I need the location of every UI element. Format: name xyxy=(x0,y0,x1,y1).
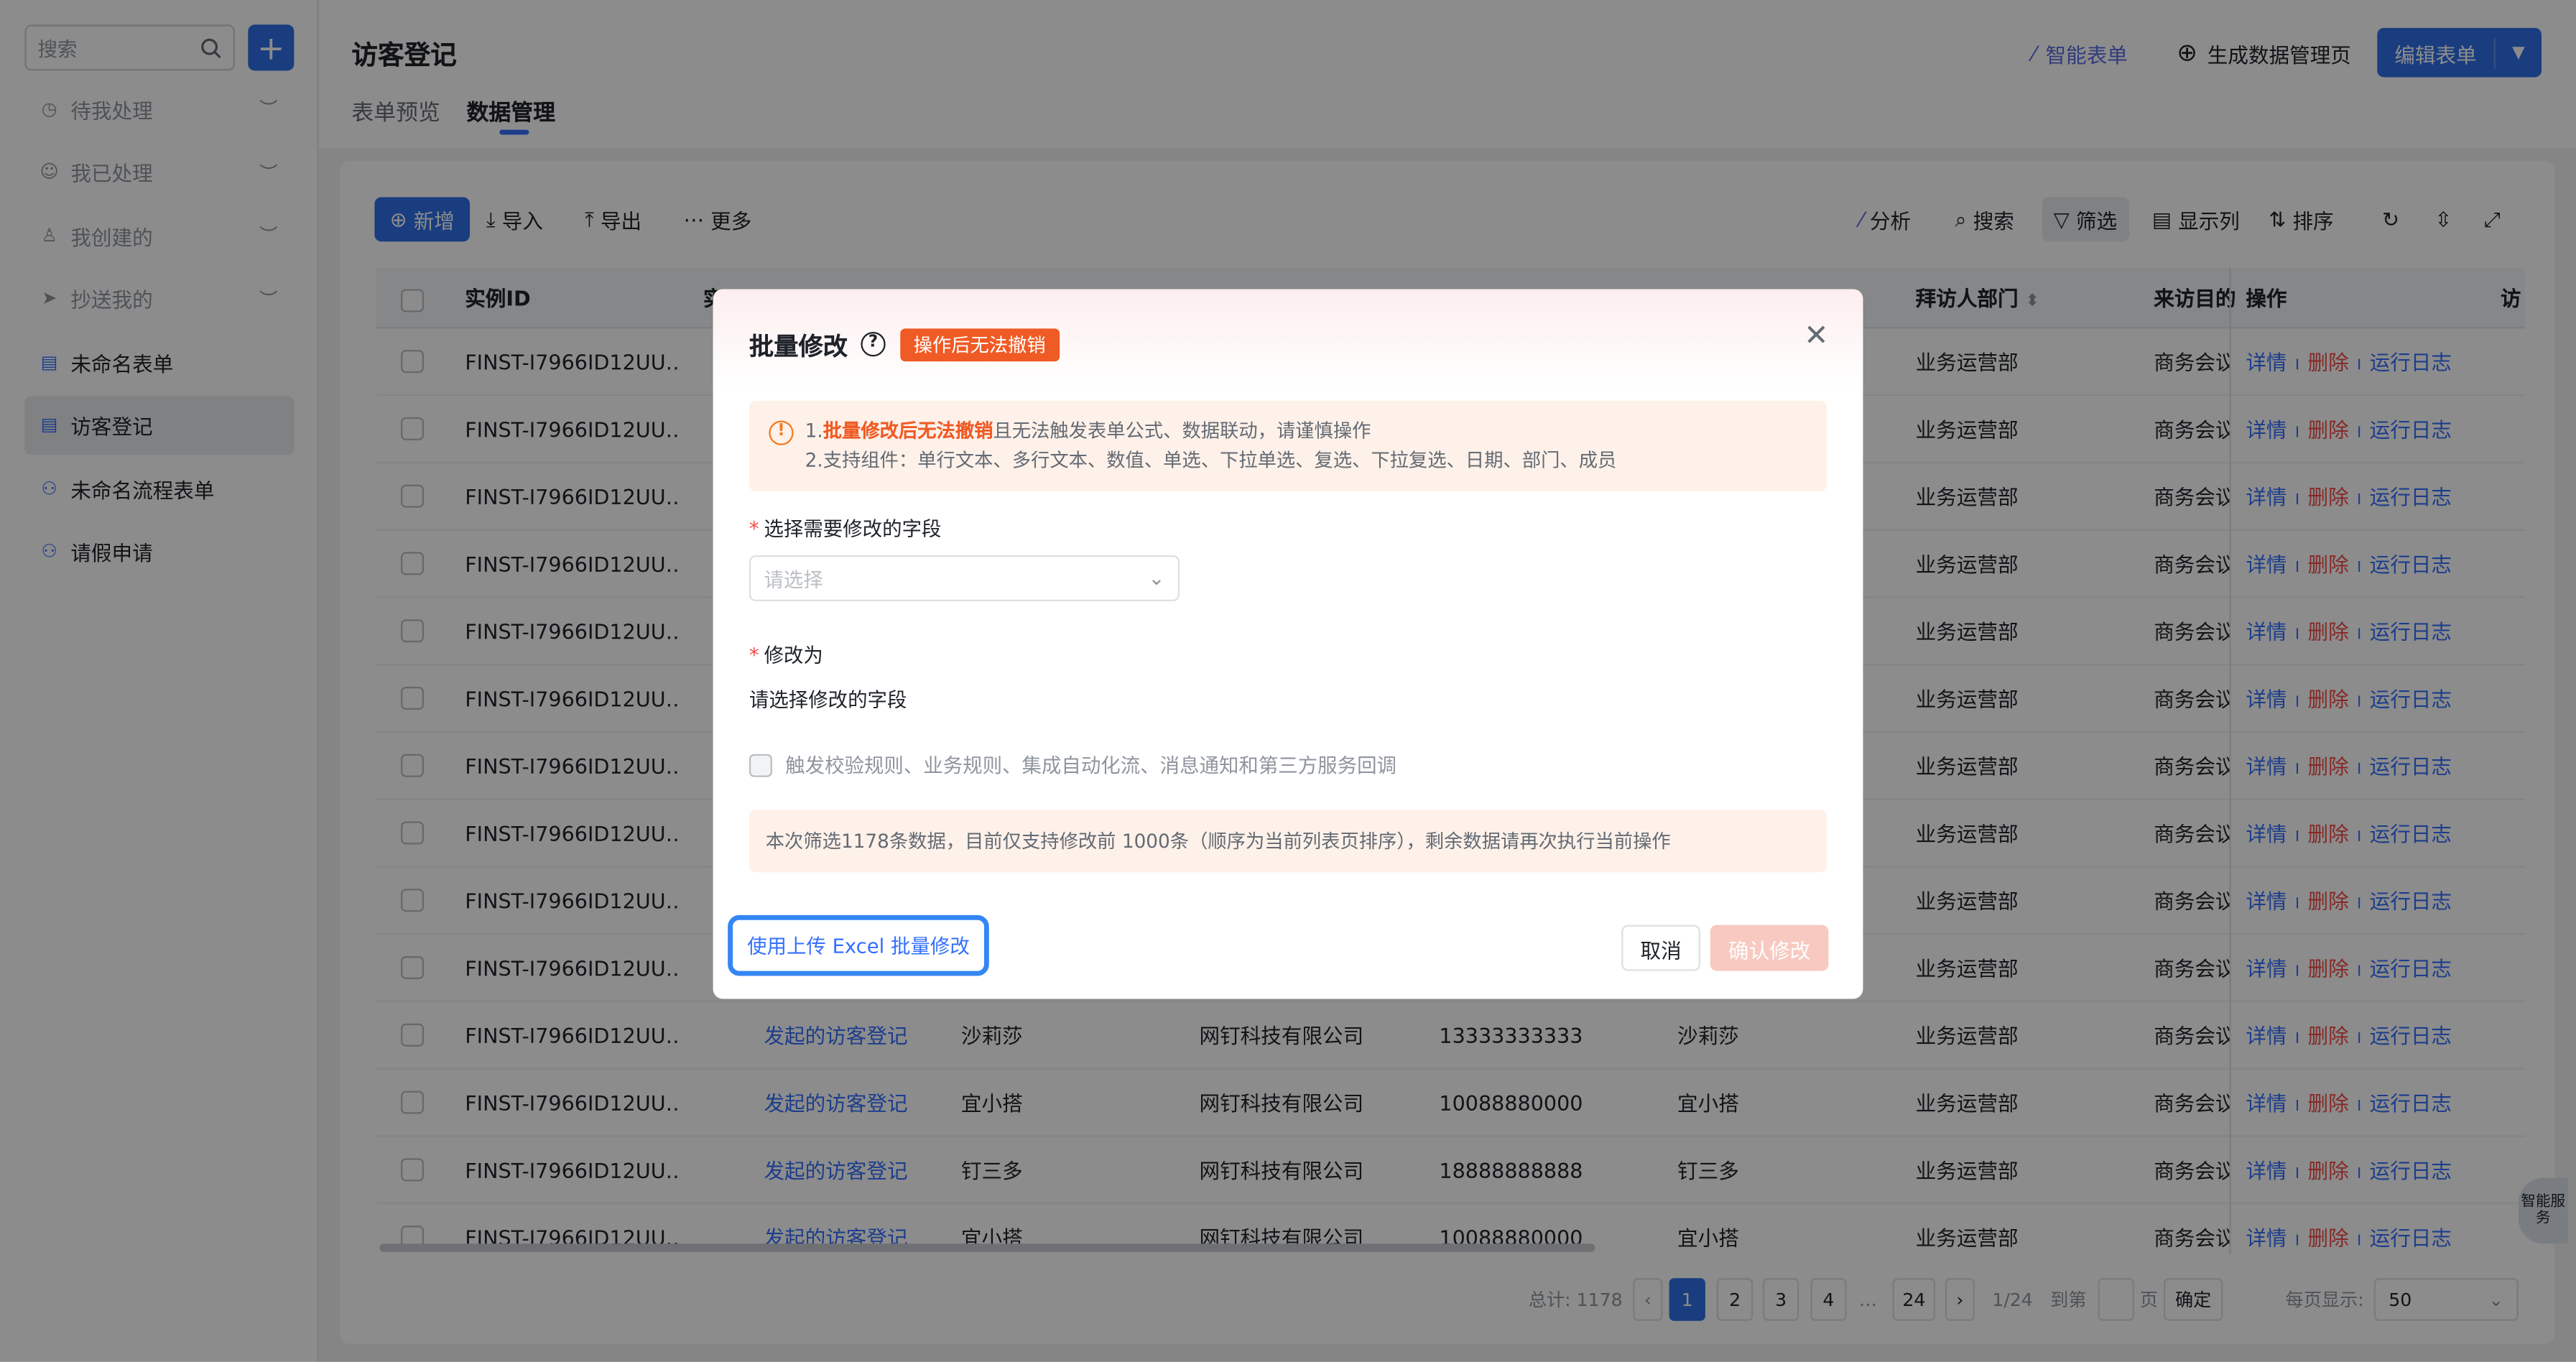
dialog-title: 批量修改 xyxy=(749,331,848,362)
warning-icon: ! xyxy=(769,420,794,445)
irreversible-badge: 操作后无法撤销 xyxy=(900,328,1059,362)
dialog-header xyxy=(713,289,1863,388)
filter-info-notice: 本次筛选1178条数据，目前仅支持修改前 1000条（顺序为当前列表页排序），剩… xyxy=(749,810,1827,873)
required-mark: * xyxy=(749,644,759,667)
help-icon[interactable]: ? xyxy=(861,331,886,357)
confirm-button[interactable]: 确认修改 xyxy=(1710,925,1829,971)
warning-notice: ! 1.批量修改后无法撤销且无法触发表单公式、数据联动，请谨慎操作 2.支持组件… xyxy=(749,401,1827,491)
notice-prefix: 1. xyxy=(805,419,823,443)
field-select-label: * 选择需要修改的字段 xyxy=(749,514,942,542)
close-icon[interactable]: ✕ xyxy=(1804,319,1829,353)
modify-to-hint: 请选择修改的字段 xyxy=(749,688,907,712)
excel-upload-button[interactable]: 使用上传 Excel 批量修改 xyxy=(728,914,989,976)
trigger-rules-option[interactable]: 触发校验规则、业务规则、集成自动化流、消息通知和第三方服务回调 xyxy=(749,751,1396,779)
notice-bold: 批量修改后无法撤销 xyxy=(823,419,993,443)
trigger-rules-label: 触发校验规则、业务规则、集成自动化流、消息通知和第三方服务回调 xyxy=(785,754,1396,777)
trigger-rules-checkbox[interactable] xyxy=(749,753,772,777)
cancel-button[interactable]: 取消 xyxy=(1621,925,1701,971)
notice-rest: 且无法触发表单公式、数据联动，请谨慎操作 xyxy=(993,419,1371,443)
field-select-placeholder: 请选择 xyxy=(764,568,823,591)
required-mark: * xyxy=(749,517,759,541)
notice-line-1: 1.批量修改后无法撤销且无法触发表单公式、数据联动，请谨慎操作 xyxy=(805,417,1371,444)
field-select-label-text: 选择需要修改的字段 xyxy=(764,517,942,541)
batch-edit-dialog: 批量修改 ? 操作后无法撤销 ✕ ! 1.批量修改后无法撤销且无法触发表单公式、… xyxy=(713,289,1863,999)
modify-to-label: * 修改为 xyxy=(749,641,823,669)
chevron-down-icon: ⌄ xyxy=(1148,567,1165,590)
field-select[interactable]: 请选择 ⌄ xyxy=(749,555,1180,602)
notice-line-2: 2.支持组件：单行文本、多行文本、数值、单选、下拉单选、复选、下拉复选、日期、部… xyxy=(805,448,1617,472)
modify-to-label-text: 修改为 xyxy=(764,644,823,667)
